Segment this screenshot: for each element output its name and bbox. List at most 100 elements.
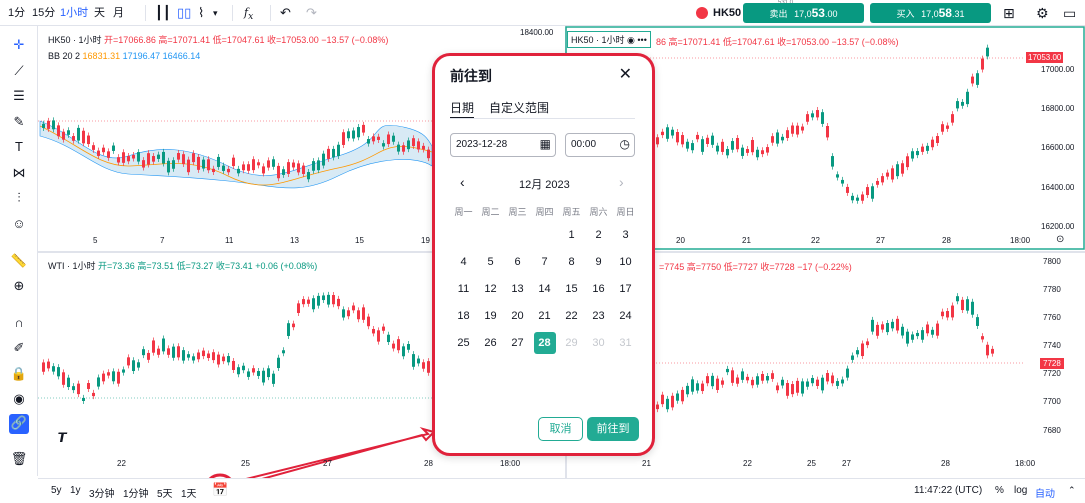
selected-day[interactable]: 28 — [533, 331, 556, 354]
calendar-day[interactable]: 11 — [450, 275, 477, 302]
range-1y[interactable]: 1y — [70, 485, 81, 496]
calendar-day[interactable]: 30 — [585, 329, 612, 356]
calendar-day[interactable]: 25 — [450, 329, 477, 356]
eye-icon[interactable]: ◉ — [627, 35, 637, 45]
calendar-day[interactable]: 29 — [558, 329, 585, 356]
interval-month[interactable]: 月 — [113, 4, 124, 22]
pane4-low: 低=7727 — [723, 262, 758, 272]
calendar-day[interactable]: 15 — [558, 275, 585, 302]
auto-toggle[interactable]: 自动 — [1035, 485, 1055, 500]
interval-day[interactable]: 天 — [94, 4, 105, 22]
tab-date[interactable]: 日期 — [450, 99, 474, 116]
interval-1m[interactable]: 1分 — [8, 4, 25, 22]
magnet-icon[interactable]: ∩ — [10, 314, 28, 332]
range-1m[interactable]: 1分钟 — [123, 485, 149, 500]
line-type-icon[interactable]: ⌇ — [198, 4, 204, 22]
clock-icon[interactable]: ◷ — [620, 137, 630, 151]
range-3m[interactable]: 3分钟 — [89, 485, 115, 500]
pane2-legend-box[interactable]: HK50 · 1小时 ◉ ••• — [567, 31, 651, 48]
calendar-day[interactable]: 28 — [531, 329, 558, 356]
candle — [706, 376, 709, 384]
indicators-icon[interactable]: fx — [244, 4, 253, 22]
gear-icon[interactable]: ⚙ — [1036, 4, 1049, 22]
calendar-day[interactable]: 13 — [504, 275, 531, 302]
candle-type-icon[interactable]: ▯▯ — [177, 4, 191, 22]
trendline-icon[interactable]: ⟋ — [10, 62, 28, 80]
calendar-day[interactable]: 27 — [504, 329, 531, 356]
interval-15m[interactable]: 15分 — [32, 4, 55, 22]
more-icon[interactable]: ••• — [637, 35, 646, 45]
symbol-label[interactable]: HK50 — [713, 4, 741, 22]
cancel-button[interactable]: 取消 — [538, 417, 583, 441]
crosshair-icon[interactable]: ✛ — [10, 36, 28, 54]
calendar-day[interactable]: 21 — [531, 302, 558, 329]
calendar-day[interactable]: 4 — [450, 248, 477, 275]
calendar-day[interactable]: 9 — [585, 248, 612, 275]
go-to-button[interactable]: 前往到 — [587, 417, 639, 441]
chevron-icon[interactable]: ⌃ — [1068, 485, 1076, 496]
expand-icon[interactable]: ▭ — [1063, 4, 1076, 22]
buy-button[interactable]: 买入 17,058.31 — [870, 3, 991, 23]
calendar-day[interactable]: 18 — [450, 302, 477, 329]
calendar-day[interactable]: 20 — [504, 302, 531, 329]
bar-type-icon[interactable]: ┃┃ — [155, 4, 171, 22]
emoji-icon[interactable]: ☺ — [10, 215, 28, 233]
date-input[interactable]: 2023-12-28 ▦ — [450, 133, 556, 157]
fib-icon[interactable]: ⫶ — [10, 189, 28, 207]
prev-month-icon[interactable]: ‹ — [460, 174, 465, 190]
brush-icon[interactable]: ✎ — [10, 113, 28, 131]
undo-icon[interactable]: ↶ — [280, 4, 291, 22]
calendar-day[interactable]: 26 — [477, 329, 504, 356]
calendar-day[interactable]: 17 — [612, 275, 639, 302]
calendar-day[interactable]: 5 — [477, 248, 504, 275]
reset-scale-icon[interactable]: ⊙ — [1056, 234, 1064, 245]
calendar-day[interactable]: 1 — [558, 221, 585, 248]
eye-icon[interactable]: ◉ — [10, 390, 28, 408]
next-month-icon[interactable]: › — [619, 174, 624, 190]
time-input[interactable]: 00:00 ◷ — [565, 133, 635, 157]
tab-custom-range[interactable]: 自定义范围 — [489, 99, 549, 116]
log-toggle[interactable]: log — [1014, 485, 1027, 496]
pane1-title[interactable]: HK50 · 1小时 — [48, 35, 102, 45]
pane3-title[interactable]: WTI · 1小时 — [48, 261, 96, 271]
calendar-day[interactable]: 24 — [612, 302, 639, 329]
calendar-day[interactable]: 16 — [585, 275, 612, 302]
calendar-day[interactable]: 19 — [477, 302, 504, 329]
calendar-day[interactable]: 31 — [612, 329, 639, 356]
horizontal-lines-icon[interactable]: ☰ — [10, 87, 28, 105]
layout-grid-icon[interactable]: ⊞ — [1003, 4, 1015, 22]
calendar-day[interactable]: 6 — [504, 248, 531, 275]
sell-button[interactable]: 卖出 17,053.00 — [743, 3, 864, 23]
range-1d[interactable]: 1天 — [181, 485, 197, 500]
tradingview-logo[interactable]: 𝙏 — [50, 428, 74, 448]
bb-label[interactable]: BB 20 2 — [48, 51, 80, 61]
pencil-lock-icon[interactable]: ✐ — [10, 339, 28, 357]
clock-time[interactable]: 11:47:22 (UTC) — [914, 485, 982, 496]
close-icon[interactable]: ✕ — [619, 64, 632, 84]
redo-icon[interactable]: ↷ — [306, 4, 317, 22]
ruler-icon[interactable]: 📏 — [10, 252, 28, 270]
calendar-day[interactable]: 22 — [558, 302, 585, 329]
range-5d[interactable]: 5天 — [157, 485, 173, 500]
chevron-down-icon[interactable]: ▾ — [213, 4, 218, 22]
calendar-icon[interactable]: ▦ — [540, 137, 551, 151]
pattern-icon[interactable]: ⋈ — [10, 164, 28, 182]
zoom-in-icon[interactable]: ⊕ — [10, 277, 28, 295]
calendar-day[interactable]: 2 — [585, 221, 612, 248]
calendar-day[interactable]: 3 — [612, 221, 639, 248]
calendar-day[interactable]: 10 — [612, 248, 639, 275]
trash-icon[interactable]: 🗑 — [10, 450, 28, 468]
calendar-day[interactable]: 14 — [531, 275, 558, 302]
calendar-day[interactable]: 7 — [531, 248, 558, 275]
calendar-day[interactable]: 12 — [477, 275, 504, 302]
range-5y[interactable]: 5y — [51, 485, 62, 496]
calendar-day[interactable]: 8 — [558, 248, 585, 275]
candle — [427, 149, 430, 159]
lock-icon[interactable]: 🔒 — [10, 365, 28, 383]
calendar-day[interactable]: 23 — [585, 302, 612, 329]
text-icon[interactable]: T — [10, 138, 28, 156]
percent-toggle[interactable]: % — [995, 485, 1004, 496]
interval-1h[interactable]: 1小时 — [60, 4, 88, 22]
link-icon[interactable]: 🔗 — [9, 414, 29, 434]
goto-date-icon[interactable]: 📅 — [212, 482, 228, 498]
